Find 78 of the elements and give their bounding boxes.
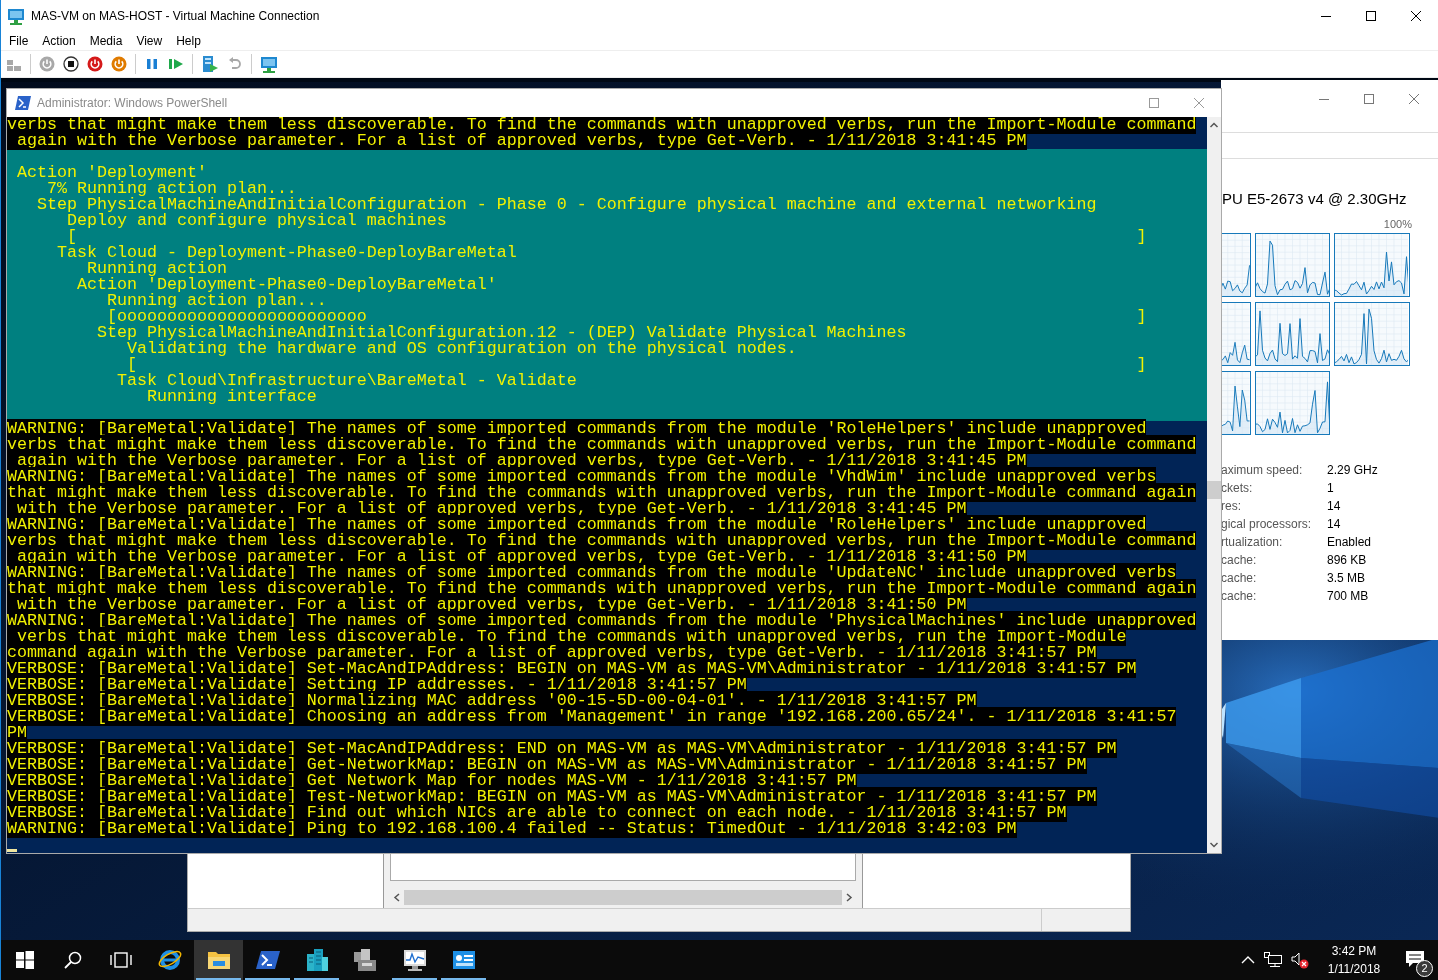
progress-line: Action 'Deployment' [16, 163, 207, 182]
network-icon[interactable] [1264, 952, 1282, 968]
spec-label: cache: [1221, 588, 1258, 605]
spec-value: 2.29 GHz [1327, 462, 1379, 479]
progress-line: [ [66, 227, 77, 246]
server-arrow-icon[interactable] [201, 55, 219, 73]
spec-label: cache: [1221, 552, 1258, 569]
buildings-icon[interactable] [304, 948, 329, 972]
monitor-icon [7, 7, 25, 25]
open-indicator [196, 978, 241, 980]
taskbar-button[interactable] [194, 940, 243, 980]
muted-speaker-icon[interactable] [1291, 951, 1309, 969]
maximize-icon[interactable] [1365, 11, 1376, 21]
scale-label: 100% [1383, 218, 1412, 230]
spec-label: rtualization: [1221, 534, 1284, 551]
menu-item[interactable]: File [2, 33, 36, 49]
progress-line: Task Cloud - Deployment-Phase0-DeployBareMetal [55, 243, 517, 262]
progress-line: Deploy and configure physical machines [66, 211, 447, 230]
task-view-icon[interactable] [110, 952, 132, 968]
stop-icon[interactable] [63, 56, 79, 72]
progress-line: Step PhysicalMachineAndInitialConfiguration - Phase 0 - Configure physical machine and external networking [36, 195, 1097, 214]
browser-icon[interactable] [157, 948, 182, 972]
pause-icon[interactable] [144, 56, 160, 72]
play-icon[interactable] [168, 56, 184, 72]
open-indicator [392, 978, 437, 980]
menu-item[interactable]: Media [82, 33, 130, 49]
windows-logo-icon[interactable] [16, 951, 34, 969]
monitor-chart-icon[interactable] [401, 948, 428, 972]
spec-value: 1 [1327, 480, 1335, 497]
spec-label: ckets: [1221, 480, 1254, 497]
progress-line: [ [126, 355, 137, 374]
clock-time: 3:42 PM [1331, 943, 1377, 960]
spec-value: 700 MB [1327, 588, 1370, 605]
spec-value: 896 KB [1327, 552, 1368, 569]
open-indicator [441, 978, 486, 980]
scrollbar-thumb[interactable] [1207, 481, 1221, 499]
power-icon[interactable] [111, 56, 127, 72]
menu-item[interactable]: Action [35, 33, 83, 49]
spec-label: gical processors: [1221, 516, 1313, 533]
open-indicator [294, 978, 339, 980]
text-cursor [7, 849, 17, 852]
chevron-up-icon[interactable] [1241, 955, 1255, 965]
folder-icon[interactable] [206, 949, 231, 971]
open-indicator [245, 978, 290, 980]
progress-bracket: ] [1136, 229, 1147, 245]
dashboard-icon[interactable] [451, 950, 476, 970]
cpu-name: PU E5-2673 v4 @ 2.30GHz [1221, 191, 1408, 207]
spec-value: 14 [1327, 498, 1342, 515]
terminal-icon [15, 96, 31, 110]
spec-label: res: [1221, 498, 1242, 515]
progress-line: Validating the hardware and OS configuration on the physical nodes. [126, 339, 797, 358]
search-icon[interactable] [64, 951, 82, 969]
progress-bracket: ] [1136, 309, 1147, 325]
spec-label: aximum speed: [1221, 462, 1304, 479]
progress-line: Running action plan... [105, 291, 327, 310]
close-icon[interactable] [1410, 11, 1421, 21]
progress-line: [ooooooooooooooooooooooooo [105, 307, 367, 326]
window-title: MAS-VM on MAS-HOST - Virtual Machine Connection [31, 8, 320, 25]
progress-line: Task Cloud\Infrastructure\BareMetal - Validate [115, 371, 577, 390]
spec-value: Enabled [1327, 534, 1373, 551]
spec-label: cache: [1221, 570, 1258, 587]
terminal-icon[interactable] [255, 950, 280, 970]
progress-line: Step PhysicalMachineAndInitialConfiguration.12 - (DEP) Validate Physical Machines [95, 323, 907, 342]
progress-line: Running action [86, 259, 227, 278]
menu-item[interactable]: Help [169, 33, 208, 49]
notification-badge: 2 [1416, 960, 1433, 977]
monitor-icon[interactable] [260, 55, 278, 73]
progress-line: Action 'Deployment-Phase0-DeployBareMetal' [75, 275, 497, 294]
window-title: Administrator: Windows PowerShell [37, 95, 228, 112]
progress-line: 7% Running action plan... [45, 179, 297, 198]
spec-value: 3.5 MB [1327, 570, 1366, 587]
toolbox-icon[interactable] [352, 948, 379, 972]
progress-line: Running interface [145, 387, 317, 406]
spec-value: 14 [1327, 516, 1342, 533]
progress-bracket: ] [1136, 357, 1147, 373]
power-icon[interactable] [87, 56, 103, 72]
menu-item[interactable]: View [129, 33, 170, 49]
clock-date: 1/11/2018 [1327, 961, 1381, 978]
